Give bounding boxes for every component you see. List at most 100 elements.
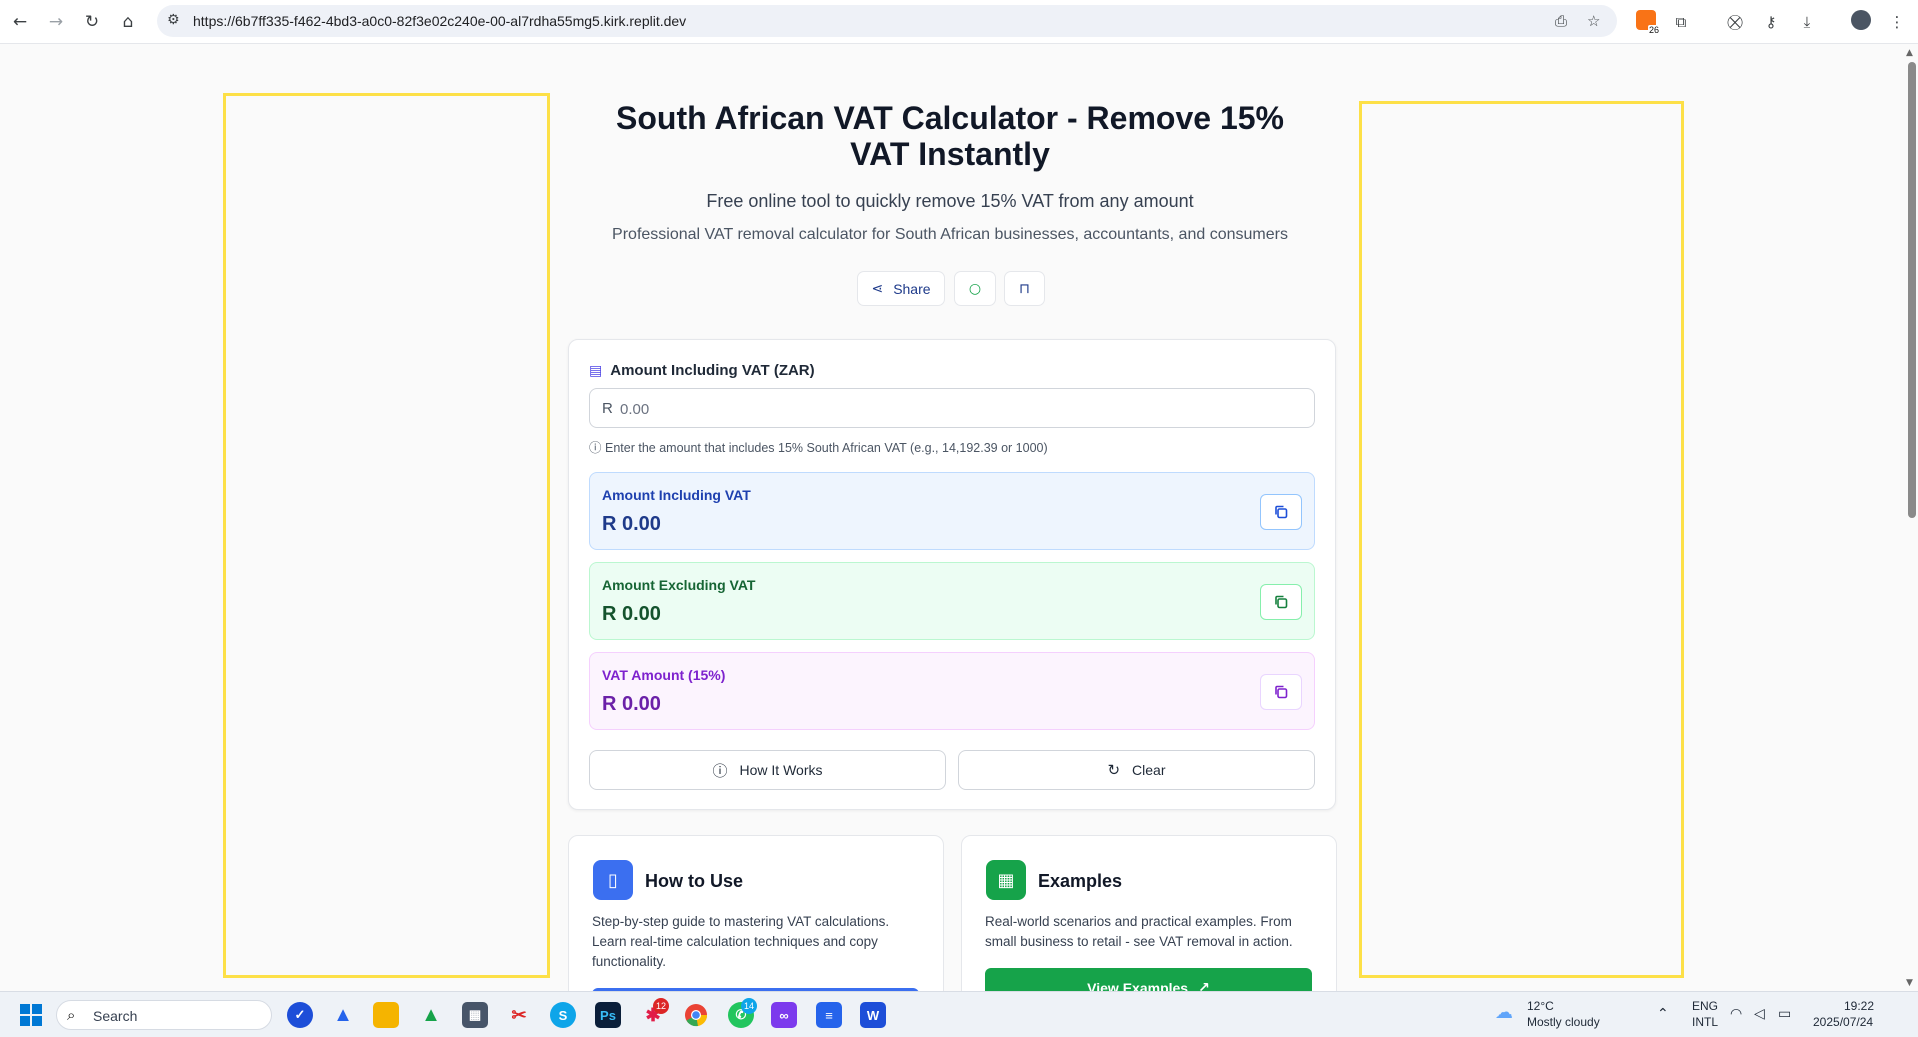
scroll-down-arrow[interactable]: ▼: [1906, 978, 1913, 988]
search-icon: ⌕: [67, 1006, 76, 1024]
slack-badge: 12: [653, 998, 669, 1014]
result-label: Amount Including VAT: [602, 487, 751, 503]
result-value: R 0.00: [602, 513, 661, 535]
calculator-card: ▤ Amount Including VAT (ZAR) R ⓘ Enter t…: [568, 339, 1336, 810]
browser-toolbar: ← → ↻ ⌂ ⚙ https://6b7ff335-f462-4bd3-a0c…: [0, 0, 1918, 44]
profile-avatar[interactable]: [1851, 10, 1871, 30]
clear-button[interactable]: ↻ Clear: [958, 750, 1315, 790]
result-value: R 0.00: [602, 603, 661, 625]
page-subtitle: Free online tool to quickly remove 15% V…: [706, 191, 1194, 211]
skype-icon[interactable]: S: [550, 1002, 576, 1028]
file-explorer-icon[interactable]: [373, 1002, 399, 1028]
install-app-icon[interactable]: ⎙: [1555, 12, 1567, 30]
ads-app-icon[interactable]: ▲: [330, 1002, 356, 1028]
wifi-icon[interactable]: ◠: [1730, 1006, 1742, 1022]
language-line1: ENG: [1692, 999, 1719, 1013]
weather-description: Mostly cloudy: [1527, 1015, 1600, 1029]
how-it-works-label: How It Works: [739, 762, 823, 778]
notepad-icon[interactable]: ≡: [816, 1002, 842, 1028]
site-info-icon[interactable]: ⚙: [167, 12, 180, 28]
extensions-puzzle-icon[interactable]: ⧉: [1668, 10, 1694, 34]
how-it-works-button[interactable]: ⓘ How It Works: [589, 750, 946, 790]
amount-hint-text: Enter the amount that includes 15% South…: [605, 441, 1048, 455]
extension-badge: 26: [1647, 25, 1660, 35]
battery-icon[interactable]: ▭: [1778, 1006, 1791, 1022]
refresh-icon: ↻: [1107, 761, 1121, 779]
windows-start-icon[interactable]: [18, 1002, 44, 1028]
examples-card: ▦ Examples Real-world scenarios and prac…: [961, 835, 1337, 1005]
copy-icon: [1275, 685, 1288, 699]
app-icon[interactable]: ✓: [287, 1002, 313, 1028]
info-icon: ⓘ: [589, 440, 602, 455]
amount-input[interactable]: [620, 395, 1300, 423]
how-to-use-title: How to Use: [645, 871, 744, 891]
info-circle-icon: ⓘ: [712, 761, 728, 780]
windows-logo: [20, 1004, 42, 1026]
copy-excluding-vat-button[interactable]: [1260, 584, 1302, 620]
back-icon[interactable]: ←: [6, 8, 34, 36]
copy-including-vat-button[interactable]: [1260, 494, 1302, 530]
page-title-line1: South African VAT Calculator - Remove 15…: [616, 100, 1284, 136]
photoshop-icon[interactable]: Ps: [595, 1002, 621, 1028]
word-icon[interactable]: W: [860, 1002, 886, 1028]
clear-label: Clear: [1132, 762, 1166, 778]
taskbar-search[interactable]: ⌕ Search: [56, 1000, 272, 1030]
calculator-icon: ▤: [589, 362, 603, 379]
book-icon: ▯: [593, 860, 633, 900]
clock-date: 2025/07/24: [1813, 1015, 1874, 1029]
currency-prefix: R: [602, 400, 613, 417]
chat-bubble-icon: ○: [968, 280, 982, 297]
reload-icon[interactable]: ↻: [78, 8, 106, 36]
taskbar-search-label: Search: [93, 1008, 138, 1024]
weather-temp: 12°C: [1527, 999, 1554, 1013]
how-to-use-description: Step-by-step guide to mastering VAT calc…: [592, 914, 890, 969]
visual-studio-icon[interactable]: ∞: [771, 1002, 797, 1028]
language-line2: INTL: [1692, 1015, 1719, 1029]
amount-hint: ⓘ Enter the amount that includes 15% Sou…: [589, 437, 1048, 456]
address-bar[interactable]: ⚙ https://6b7ff335-f462-4bd3-a0c0-82f3e0…: [157, 5, 1617, 37]
result-vat-amount: VAT Amount (15%) R 0.00: [589, 652, 1315, 730]
share-button[interactable]: ⋖ Share: [857, 271, 945, 306]
share-label: Share: [893, 280, 931, 297]
left-ad-placeholder: [223, 93, 550, 978]
extension-icon[interactable]: 26: [1636, 10, 1660, 35]
amount-field-label-text: Amount Including VAT (ZAR): [610, 362, 815, 379]
page-title-line2: VAT Instantly: [850, 136, 1050, 172]
result-value: R 0.00: [602, 693, 661, 715]
copy-vat-amount-button[interactable]: [1260, 674, 1302, 710]
downloads-icon[interactable]: ⤓: [1794, 10, 1820, 34]
home-icon[interactable]: ⌂: [114, 8, 142, 36]
calculator-app-icon[interactable]: ▦: [462, 1002, 488, 1028]
share-icon: ⋖: [871, 280, 884, 297]
chrome-icon[interactable]: [683, 1002, 709, 1028]
scrollbar-thumb[interactable]: [1908, 62, 1916, 518]
examples-title: Examples: [1038, 871, 1123, 891]
chevron-up-icon[interactable]: ⌃: [1657, 1006, 1669, 1022]
page-title: South African VAT Calculator - Remove 15…: [580, 100, 1320, 172]
taskbar: ⌕ Search ✓ ▲ ▲ ▦ ✂ S Ps ✱ 12 ✆ 14 ∞ ≡ W …: [0, 991, 1918, 1037]
result-amount-excluding-vat: Amount Excluding VAT R 0.00: [589, 562, 1315, 640]
snipping-tool-icon[interactable]: ✂: [506, 1002, 532, 1028]
incognito-icon[interactable]: ⛒: [1722, 10, 1748, 34]
url-text[interactable]: https://6b7ff335-f462-4bd3-a0c0-82f3e02c…: [193, 13, 686, 29]
whatsapp-badge: 14: [741, 998, 757, 1014]
password-key-icon[interactable]: ⚷: [1758, 10, 1784, 34]
page-description: Professional VAT removal calculator for …: [612, 226, 1288, 243]
volume-icon[interactable]: ◁: [1754, 1006, 1765, 1022]
clock-time: 19:22: [1844, 999, 1875, 1013]
examples-description: Real-world scenarios and practical examp…: [985, 914, 1293, 949]
result-amount-including-vat: Amount Including VAT R 0.00: [589, 472, 1315, 550]
how-to-use-card: ▯ How to Use Step-by-step guide to maste…: [568, 835, 944, 1005]
bookmark-button[interactable]: ⊓: [1004, 271, 1045, 306]
amount-input-wrapper[interactable]: R: [589, 388, 1315, 428]
menu-icon[interactable]: ⋮: [1884, 10, 1910, 34]
result-label: VAT Amount (15%): [602, 667, 726, 683]
calculator-icon: ▦: [986, 860, 1026, 900]
bookmark-icon: ⊓: [1019, 280, 1030, 297]
google-drive-icon[interactable]: ▲: [418, 1002, 444, 1028]
weather-cloud-icon[interactable]: ☁: [1495, 1002, 1513, 1023]
bookmark-star-icon[interactable]: ☆: [1587, 12, 1600, 30]
whatsapp-share-button[interactable]: ○: [954, 271, 996, 306]
scroll-up-arrow[interactable]: ▲: [1906, 48, 1913, 58]
forward-icon[interactable]: →: [42, 8, 70, 36]
